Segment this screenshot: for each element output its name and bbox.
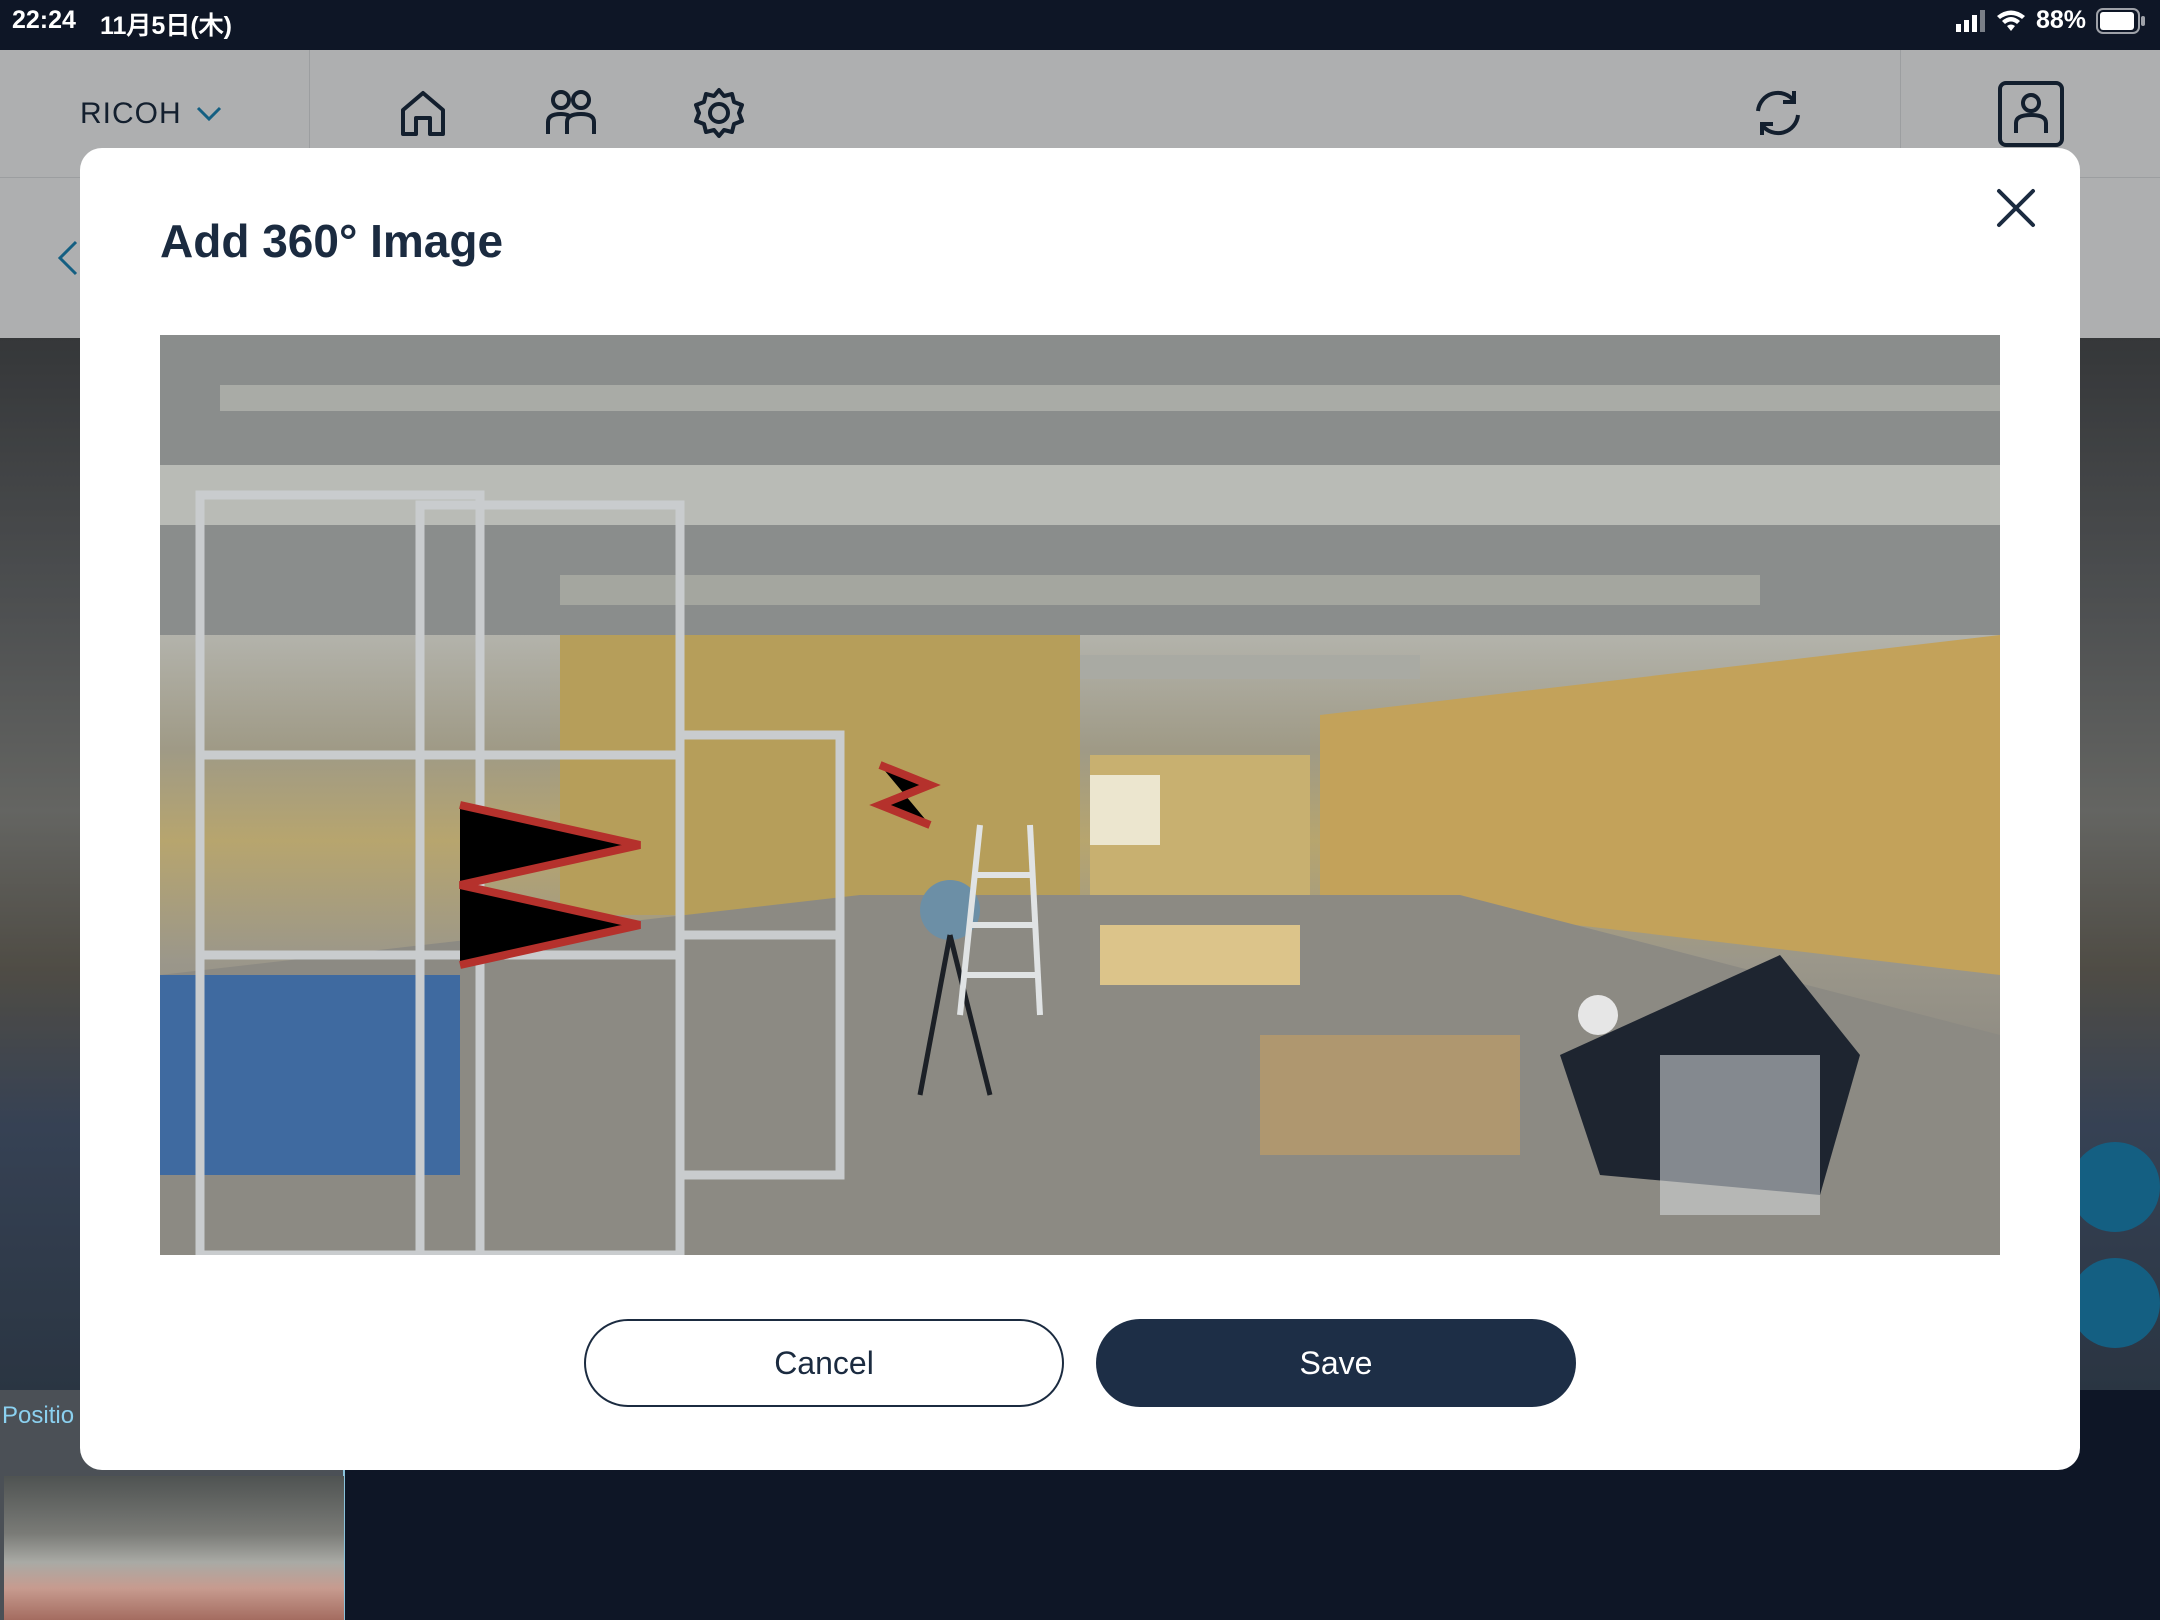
save-button[interactable]: Save [1096,1319,1576,1407]
battery-percentage: 88% [2035,6,2086,34]
add-360-image-dialog: Add 360° Image Cancel Save [80,148,2080,1470]
close-icon [1997,189,2035,227]
cancel-button[interactable]: Cancel [584,1319,1064,1407]
status-date: 11月5日(木) [100,12,232,40]
status-time: 22:24 [12,6,76,34]
construction-site-illustration [160,335,2000,1255]
thumbnail-image[interactable] [4,1476,344,1620]
cellular-signal-icon [1955,9,1985,32]
wifi-icon [1996,10,2025,31]
battery-icon [2096,7,2145,34]
thumbnail-label: Positio [2,1402,75,1429]
status-indicators: 88% [1955,6,2146,35]
dialog-title: Add 360° Image [160,215,504,267]
panorama-preview-image [160,335,2000,1255]
status-bar: 22:24 11月5日(木) 88% [0,0,2160,50]
close-button[interactable] [1986,178,2046,238]
